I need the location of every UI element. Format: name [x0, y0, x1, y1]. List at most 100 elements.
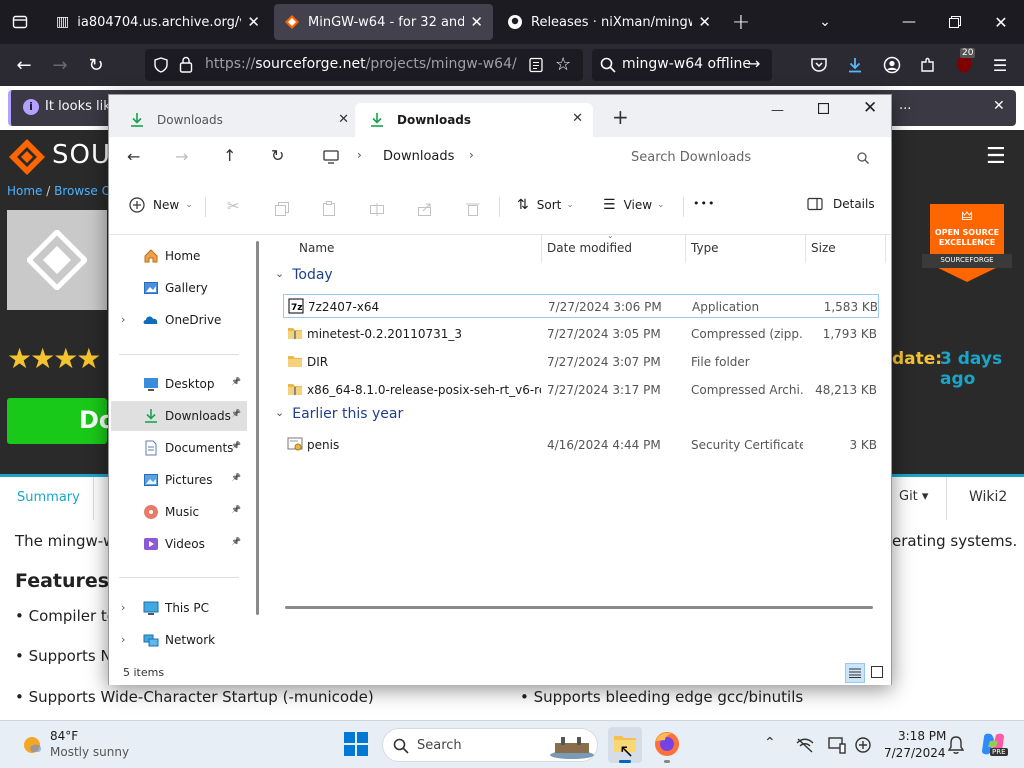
- horizontal-scrollbar[interactable]: [285, 606, 873, 609]
- notification-button[interactable]: ...: [899, 98, 911, 113]
- pin-icon[interactable]: 📌: [231, 377, 241, 386]
- sidebar-item-documents[interactable]: Documents 📌: [111, 433, 247, 463]
- ublock-button[interactable]: 20: [950, 48, 978, 79]
- new-tab-icon[interactable]: +: [612, 105, 629, 129]
- sidebar-item-gallery[interactable]: Gallery: [111, 273, 247, 303]
- copy-icon[interactable]: [274, 201, 290, 217]
- new-tab-button[interactable]: +: [718, 0, 764, 44]
- nav-scrollbar[interactable]: [256, 241, 259, 615]
- address-bar[interactable]: › Downloads ›: [309, 141, 609, 173]
- list-all-tabs-button[interactable]: ⌄: [802, 0, 848, 44]
- file-row[interactable]: x86_64-8.1.0-release-posix-seh-rt_v6-rev…: [283, 378, 879, 402]
- arrow-right-icon[interactable]: →: [747, 54, 760, 73]
- network-offline-icon[interactable]: [796, 737, 814, 753]
- forward-arrow-icon[interactable]: →: [175, 147, 188, 166]
- forward-button[interactable]: →: [46, 51, 74, 79]
- taskbar-file-explorer[interactable]: ↖: [608, 727, 642, 763]
- close-tab-icon[interactable]: ✕: [572, 111, 583, 126]
- explorer-tab[interactable]: Downloads ✕: [115, 103, 355, 137]
- chevron-right-icon[interactable]: ›: [469, 148, 474, 162]
- file-row[interactable]: penis 4/16/2024 4:44 PM Security Certifica…: [283, 433, 879, 457]
- browser-tab-archive[interactable]: ▥ ia804704.us.archive.org/view_a ✕: [46, 4, 270, 40]
- column-header-name[interactable]: Name: [299, 241, 334, 255]
- details-view-toggle[interactable]: [845, 663, 865, 683]
- display-icon[interactable]: [828, 736, 846, 754]
- copilot-button[interactable]: PRE: [980, 731, 1008, 757]
- site-menu-icon[interactable]: ☰: [986, 144, 1006, 169]
- account-button[interactable]: [878, 51, 906, 79]
- pin-icon[interactable]: 📌: [231, 537, 241, 546]
- file-row[interactable]: DIR 7/27/2024 3:07 PM File folder: [283, 350, 879, 374]
- browser-tab-mingw[interactable]: MinGW-w64 - for 32 and 64 bit ✕: [274, 4, 493, 40]
- clock-time[interactable]: 3:18 PM: [898, 729, 946, 743]
- column-header-type[interactable]: Type: [691, 241, 719, 255]
- download-button[interactable]: Do: [7, 398, 115, 444]
- column-header-size[interactable]: Size: [811, 241, 836, 255]
- pin-icon[interactable]: 📌: [231, 505, 241, 514]
- new-button[interactable]: New ⌄: [129, 197, 193, 213]
- downloads-button[interactable]: [841, 51, 869, 79]
- share-icon[interactable]: [417, 201, 433, 217]
- start-button[interactable]: [343, 731, 369, 757]
- sidebar-item-onedrive[interactable]: › OneDrive: [111, 305, 247, 335]
- sort-button[interactable]: ⇅ Sort ⌄: [517, 197, 574, 213]
- file-row[interactable]: minetest-0.2.20110731_3 7/27/2024 3:05 PM…: [283, 322, 879, 346]
- extensions-button[interactable]: [914, 51, 942, 79]
- cut-icon[interactable]: ✂: [227, 197, 240, 215]
- close-tab-icon[interactable]: ✕: [470, 13, 483, 31]
- refresh-icon[interactable]: ↻: [271, 146, 284, 165]
- chevron-right-icon[interactable]: ›: [121, 601, 125, 614]
- close-icon[interactable]: ✕: [993, 98, 1005, 114]
- sidebar-item-videos[interactable]: Videos 📌: [111, 529, 247, 559]
- column-divider[interactable]: [885, 235, 886, 263]
- pin-icon[interactable]: 📌: [231, 473, 241, 482]
- url-bar[interactable]: https://sourceforge.net/projects/mingw-w…: [145, 49, 583, 81]
- reader-view-icon[interactable]: [528, 57, 544, 73]
- menu-button[interactable]: ☰: [986, 51, 1014, 79]
- tab-summary[interactable]: Summary: [17, 490, 80, 505]
- view-button[interactable]: ☰ View ⌄: [603, 197, 665, 213]
- bookmark-star-icon[interactable]: ☆: [555, 54, 571, 75]
- pocket-button[interactable]: [805, 51, 833, 79]
- file-row[interactable]: 7z 7z2407-x64 7/27/2024 3:06 PM Application…: [283, 294, 879, 318]
- close-icon[interactable]: ✕: [863, 98, 877, 118]
- explorer-tab-active[interactable]: Downloads ✕: [355, 103, 593, 137]
- notification-bell-icon[interactable]: [948, 736, 964, 754]
- tab-git[interactable]: Git ▾: [899, 489, 928, 504]
- column-divider[interactable]: [685, 235, 686, 263]
- sidebar-item-network[interactable]: › Network: [111, 625, 247, 655]
- pin-icon[interactable]: 📌: [231, 409, 241, 418]
- minimize-icon[interactable]: —: [771, 103, 784, 118]
- up-arrow-icon[interactable]: ↑: [223, 146, 236, 165]
- file-group-header[interactable]: ⌄ Earlier this year: [275, 406, 403, 423]
- close-tab-icon[interactable]: ✕: [698, 13, 711, 31]
- column-divider[interactable]: [541, 235, 542, 263]
- sourceforge-logo-icon[interactable]: [8, 138, 46, 176]
- file-group-header[interactable]: ⌄ Today: [275, 267, 333, 284]
- search-bar[interactable]: mingw-w64 offline →: [592, 49, 772, 81]
- accessibility-icon[interactable]: [854, 736, 872, 754]
- clock-date[interactable]: 7/27/2024: [884, 746, 946, 760]
- sidebar-item-desktop[interactable]: Desktop 📌: [111, 369, 247, 399]
- sidebar-item-downloads[interactable]: Downloads 📌: [111, 401, 247, 431]
- restore-button[interactable]: [932, 0, 978, 44]
- chevron-up-icon[interactable]: ⌃: [764, 735, 776, 751]
- tab-list-button[interactable]: [0, 0, 40, 44]
- close-tab-icon[interactable]: ✕: [338, 112, 349, 127]
- maximize-icon[interactable]: [818, 103, 829, 114]
- reload-button[interactable]: ↻: [82, 51, 110, 79]
- minimize-button[interactable]: —: [886, 0, 932, 44]
- browser-tab-github[interactable]: Releases · niXman/mingw-buil ✕: [497, 4, 721, 40]
- back-button[interactable]: ←: [10, 51, 38, 79]
- breadcrumb-downloads[interactable]: Downloads: [383, 149, 454, 164]
- chevron-right-icon[interactable]: ›: [357, 148, 362, 162]
- more-options-button[interactable]: •••: [693, 197, 715, 210]
- chevron-right-icon[interactable]: ›: [121, 313, 125, 326]
- paste-icon[interactable]: [321, 201, 337, 217]
- details-button[interactable]: Details: [807, 197, 875, 211]
- sidebar-item-home[interactable]: Home: [111, 241, 247, 271]
- pin-icon[interactable]: 📌: [231, 441, 241, 450]
- sidebar-item-pictures[interactable]: Pictures 📌: [111, 465, 247, 495]
- tiles-view-icon[interactable]: [871, 666, 883, 678]
- taskbar-search[interactable]: Search: [382, 728, 598, 762]
